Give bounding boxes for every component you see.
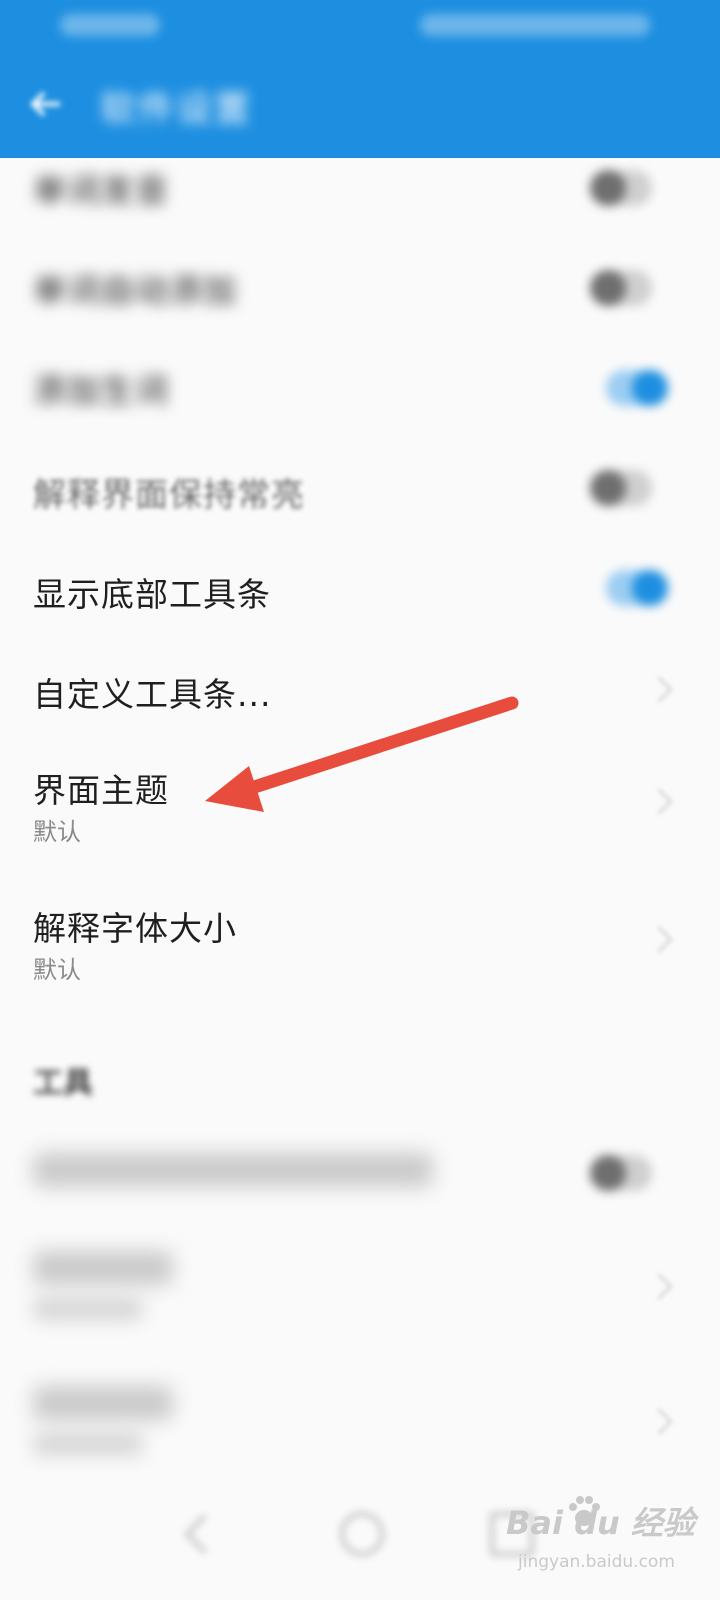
watermark: Bai du 经验 jingyan.baidu.com [506,1496,706,1586]
circle-home-icon[interactable] [340,1512,384,1556]
watermark-url: jingyan.baidu.com [518,1552,675,1572]
annotation-arrow [205,696,519,812]
paw-icon [569,1496,600,1526]
triangle-back-icon[interactable] [184,1514,224,1554]
